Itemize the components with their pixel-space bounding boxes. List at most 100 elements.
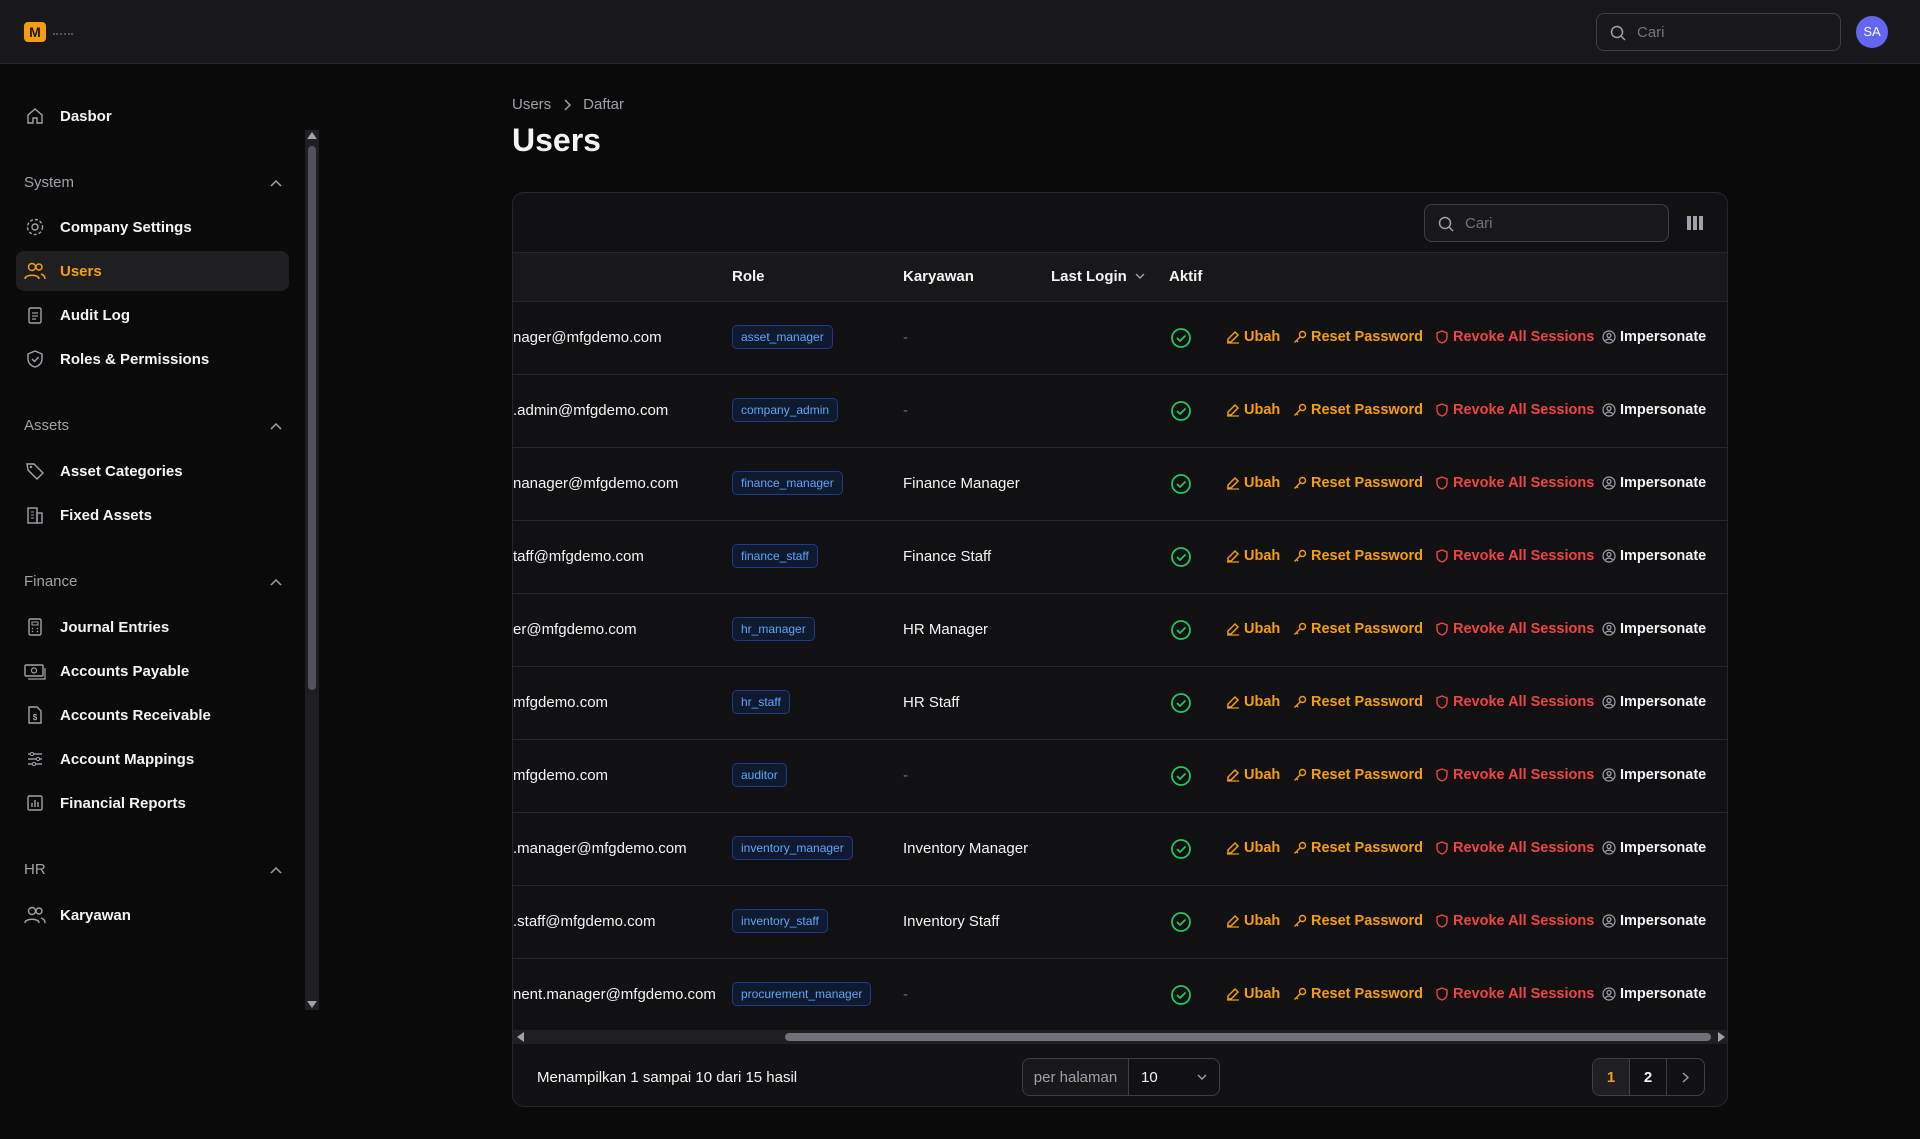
scroll-down-arrow[interactable] — [307, 1001, 317, 1008]
edit-button[interactable]: Ubah — [1226, 986, 1280, 1002]
nav-group-system[interactable]: System — [24, 174, 282, 191]
edit-button[interactable]: Ubah — [1226, 621, 1280, 637]
nav-group-finance[interactable]: Finance — [24, 573, 282, 590]
global-search-input[interactable] — [1637, 22, 1827, 42]
impersonate-button[interactable]: Impersonate — [1602, 986, 1706, 1002]
sidebar-item-journal-entries[interactable]: Journal Entries — [16, 607, 289, 647]
active-status — [1170, 838, 1192, 864]
reset-password-button[interactable]: Reset Password — [1293, 402, 1423, 418]
sidebar-item-audit-log[interactable]: Audit Log — [16, 295, 289, 335]
sidebar-scrollbar[interactable] — [305, 130, 319, 1010]
reset-password-button[interactable]: Reset Password — [1293, 548, 1423, 564]
page-button-1[interactable]: 1 — [1593, 1059, 1630, 1095]
employee-name: Inventory Staff — [903, 913, 1000, 930]
impersonate-button[interactable]: Impersonate — [1602, 475, 1706, 491]
reset-password-button[interactable]: Reset Password — [1293, 329, 1423, 345]
columns-icon[interactable] — [1686, 215, 1704, 231]
user-avatar[interactable]: SA — [1856, 16, 1888, 48]
edit-button[interactable]: Ubah — [1226, 548, 1280, 564]
global-search[interactable] — [1596, 13, 1841, 51]
app-logo[interactable]: M — [24, 22, 46, 42]
revoke-sessions-button[interactable]: Revoke All Sessions — [1435, 694, 1594, 710]
column-header-last-login[interactable]: Last Login — [1051, 268, 1145, 285]
table-search[interactable] — [1424, 204, 1669, 242]
users-icon — [24, 260, 46, 282]
sidebar-item-accounts-receivable[interactable]: $ Accounts Receivable — [16, 695, 289, 735]
sidebar-item-asset-categories[interactable]: Asset Categories — [16, 451, 289, 491]
sidebar-item-account-mappings[interactable]: Account Mappings — [16, 739, 289, 779]
sidebar-item-roles-permissions[interactable]: Roles & Permissions — [16, 339, 289, 379]
impersonate-button[interactable]: Impersonate — [1602, 621, 1706, 637]
nav-group-hr[interactable]: HR — [24, 861, 282, 878]
shield-icon — [24, 348, 46, 370]
revoke-sessions-button[interactable]: Revoke All Sessions — [1435, 329, 1594, 345]
action-label: Impersonate — [1620, 913, 1707, 929]
per-page-select[interactable]: per halaman 10 — [1022, 1058, 1220, 1096]
table-search-input[interactable] — [1465, 213, 1655, 233]
revoke-sessions-button[interactable]: Revoke All Sessions — [1435, 913, 1594, 929]
impersonate-button[interactable]: Impersonate — [1602, 402, 1706, 418]
edit-button[interactable]: Ubah — [1226, 694, 1280, 710]
nav-group-label: HR — [24, 861, 46, 878]
edit-button[interactable]: Ubah — [1226, 840, 1280, 856]
scrollbar-thumb[interactable] — [308, 146, 316, 690]
employee-name: Finance Staff — [903, 548, 992, 565]
impersonate-button[interactable]: Impersonate — [1602, 913, 1706, 929]
reset-password-button[interactable]: Reset Password — [1293, 475, 1423, 491]
next-page-button[interactable] — [1667, 1059, 1704, 1095]
reset-password-button[interactable]: Reset Password — [1293, 913, 1423, 929]
impersonate-button[interactable]: Impersonate — [1602, 694, 1706, 710]
page-button-2[interactable]: 2 — [1630, 1059, 1667, 1095]
sidebar-item-label: Financial Reports — [60, 794, 186, 812]
scroll-right-arrow[interactable] — [1718, 1032, 1725, 1042]
nav-group-assets[interactable]: Assets — [24, 417, 282, 434]
reset-password-button[interactable]: Reset Password — [1293, 986, 1423, 1002]
sidebar-item-fixed-assets[interactable]: Fixed Assets — [16, 495, 289, 535]
chevron-up-icon — [270, 422, 282, 430]
key-icon — [1294, 841, 1307, 854]
sidebar-item-company-settings[interactable]: Company Settings — [16, 207, 289, 247]
revoke-sessions-button[interactable]: Revoke All Sessions — [1435, 621, 1594, 637]
impersonate-button[interactable]: Impersonate — [1602, 548, 1706, 564]
sidebar-item-karyawan[interactable]: Karyawan — [16, 895, 289, 935]
reset-password-button[interactable]: Reset Password — [1293, 840, 1423, 856]
sidebar-item-label: Audit Log — [60, 306, 130, 324]
revoke-sessions-button[interactable]: Revoke All Sessions — [1435, 840, 1594, 856]
edit-button[interactable]: Ubah — [1226, 329, 1280, 345]
revoke-sessions-button[interactable]: Revoke All Sessions — [1435, 548, 1594, 564]
table-horizontal-scrollbar[interactable] — [513, 1030, 1727, 1044]
scroll-up-arrow[interactable] — [307, 132, 317, 139]
reset-password-button[interactable]: Reset Password — [1293, 621, 1423, 637]
edit-button[interactable]: Ubah — [1226, 402, 1280, 418]
revoke-sessions-button[interactable]: Revoke All Sessions — [1435, 986, 1594, 1002]
sidebar-item-financial-reports[interactable]: Financial Reports — [16, 783, 289, 823]
impersonate-button[interactable]: Impersonate — [1602, 840, 1706, 856]
scroll-left-arrow[interactable] — [517, 1032, 524, 1042]
impersonate-button[interactable]: Impersonate — [1602, 329, 1706, 345]
revoke-sessions-button[interactable]: Revoke All Sessions — [1435, 767, 1594, 783]
revoke-sessions-button[interactable]: Revoke All Sessions — [1435, 402, 1594, 418]
edit-button[interactable]: Ubah — [1226, 913, 1280, 929]
revoke-sessions-button[interactable]: Revoke All Sessions — [1435, 475, 1594, 491]
impersonate-button[interactable]: Impersonate — [1602, 767, 1706, 783]
table-row: taff@mfgdemo.com finance_staff Finance Sta… — [513, 521, 1727, 594]
sidebar-item-accounts-payable[interactable]: Accounts Payable — [16, 651, 289, 691]
page-title: Users — [512, 122, 601, 158]
sidebar-item-dashboard[interactable]: Dasbor — [16, 96, 289, 136]
active-status — [1170, 984, 1192, 1010]
user-circle-icon — [1602, 914, 1616, 928]
shield-icon — [1436, 330, 1448, 344]
user-circle-icon — [1602, 695, 1616, 709]
reset-password-button[interactable]: Reset Password — [1293, 694, 1423, 710]
edit-icon — [1227, 841, 1240, 855]
reset-password-button[interactable]: Reset Password — [1293, 767, 1423, 783]
breadcrumb-parent[interactable]: Users — [512, 96, 551, 113]
per-page-value-select[interactable]: 10 — [1129, 1059, 1219, 1095]
check-circle-icon — [1171, 693, 1191, 713]
edit-button[interactable]: Ubah — [1226, 475, 1280, 491]
scrollbar-thumb[interactable] — [785, 1033, 1711, 1041]
breadcrumb: Users Daftar — [512, 96, 624, 113]
action-label: Reset Password — [1311, 475, 1424, 491]
edit-button[interactable]: Ubah — [1226, 767, 1280, 783]
sidebar-item-users[interactable]: Users — [16, 251, 289, 291]
